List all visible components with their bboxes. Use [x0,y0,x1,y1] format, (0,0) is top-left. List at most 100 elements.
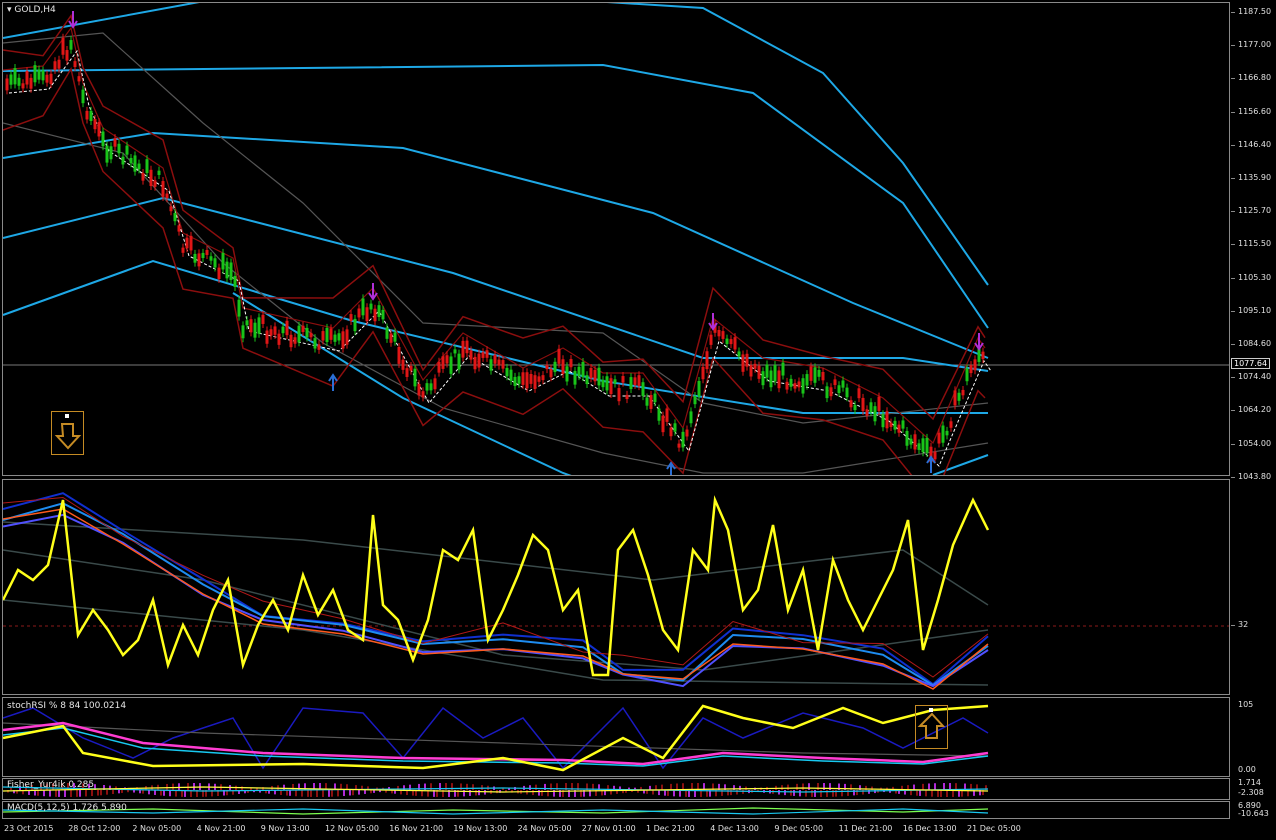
candle-body [961,389,965,396]
time-tick: 2 Nov 05:00 [132,824,182,833]
time-axis: 23 Oct 2015 28 Oct 12:00 2 Nov 05:00 4 Nov … [2,820,1230,840]
fisher-histogram-bar [661,784,663,790]
osc3-scale: 1.714 -2.308 [1231,778,1276,800]
fisher-histogram-bar [178,783,180,790]
candle-body [157,170,161,175]
candle-body [301,325,305,333]
stochrsi-gray-line [3,722,989,757]
time-tick: 11 Dec 21:00 [838,824,893,833]
fisher-histogram-bar [106,790,108,795]
fisher-histogram-bar [154,790,156,795]
osc2-level-top: 105 [1238,700,1254,709]
candle-body [465,340,469,354]
fisher-histogram-bar [682,783,684,790]
macd-pane[interactable]: MACD(5,12,5) 1.726 5.890 [2,801,1230,819]
candle-body [625,394,629,400]
candle-body [501,360,505,369]
fisher-histogram-bar [823,783,825,790]
candle-body [249,319,253,333]
price-tick: 1074.40 [1238,372,1272,382]
fisher-histogram-bar [535,784,537,790]
fisher-histogram-bar [118,790,120,794]
fisher-histogram-bar [286,790,288,796]
candle-body [97,122,101,137]
fisher-histogram-bar [670,783,672,790]
candle-body [453,349,457,354]
fisher-histogram-bar [97,790,99,796]
candle-body [329,328,333,340]
candle-body [717,330,721,337]
fisher-histogram-bar [100,790,102,796]
price-chart-pane[interactable]: ▾ GOLD,H4 [2,2,1230,476]
osc4-level-bottom: -10.643 [1238,809,1269,818]
candle-body [565,366,569,382]
candle-body [317,344,321,350]
candle-body [357,308,361,318]
price-tick: 1084.60 [1238,339,1272,348]
fisher-histogram-bar [817,783,819,790]
candle-body [577,366,581,377]
symbol-label-text: GOLD,H4 [14,5,56,15]
candle-body [665,408,669,422]
price-tick: 1135.90 [1238,173,1272,182]
osc1-scale: 32 [1231,479,1276,695]
candle-body [709,334,713,345]
fisher-histogram-bar [481,785,483,790]
candle-body [609,378,613,395]
price-tick: 1156.60 [1238,106,1272,116]
candle-body [593,369,597,382]
candle-body [149,169,153,186]
osc4-scale: 6.890 -10.643 [1231,801,1276,819]
candle-body [261,314,265,324]
pane-menu-triangle-icon[interactable]: ▾ [7,5,12,15]
oscillator-pane-1[interactable] [2,479,1230,695]
candle-body [689,411,693,424]
candle-body [313,338,317,349]
fisher-histogram-bar [475,790,477,796]
price-tick: 1105.30 [1238,272,1272,282]
fisher-histogram-bar [163,790,165,796]
fisher-histogram-bar [919,790,921,796]
candle-body [57,59,61,69]
price-tick: 1166.80 [1238,73,1272,83]
fisher-pane[interactable]: Fisher_Yur4ik 0.285 [2,778,1230,800]
fisher-histogram-bar [652,790,654,795]
fisher-histogram-bar [310,790,312,797]
candle-body [477,353,481,368]
stochrsi-pane[interactable]: stochRSI % 8 84 100.0214 [2,697,1230,777]
candle-body [65,50,69,61]
candle-body [229,262,233,281]
candle-body [401,359,405,370]
candle-body [233,275,237,287]
envelope-line-6 [932,454,989,475]
candle-body [529,373,533,384]
fisher-histogram-bar [148,790,150,795]
symbol-label: ▾ GOLD,H4 [7,5,56,15]
fisher-histogram-bar [121,790,123,793]
candle-body [145,159,149,174]
candle-body [409,365,413,371]
candle-body [353,318,357,332]
candle-body [681,431,685,448]
candle-body [549,368,553,378]
candle-body [777,370,781,389]
candle-body [209,256,213,261]
candle-body [253,322,257,338]
arrow-up-icon [917,708,946,739]
candle-body [629,377,633,390]
candle-body [825,386,829,399]
fisher-histogram-bar [679,790,681,797]
candle-body [89,110,93,121]
fisher-histogram-bar [811,790,813,797]
candle-body [569,359,573,368]
fisher-histogram-bar [925,790,927,797]
candle-body [893,420,897,430]
candle-body [889,422,893,427]
candle-body [769,370,773,388]
fisher-histogram-bar [91,790,93,797]
price-scale: 1187.50 1177.00 1166.80 1156.60 1146.40 1135.… [1231,2,1276,481]
fisher-histogram-bar [742,790,744,794]
candle-body [837,385,841,394]
fisher-histogram-bar [43,790,45,797]
candle-body [177,225,181,232]
